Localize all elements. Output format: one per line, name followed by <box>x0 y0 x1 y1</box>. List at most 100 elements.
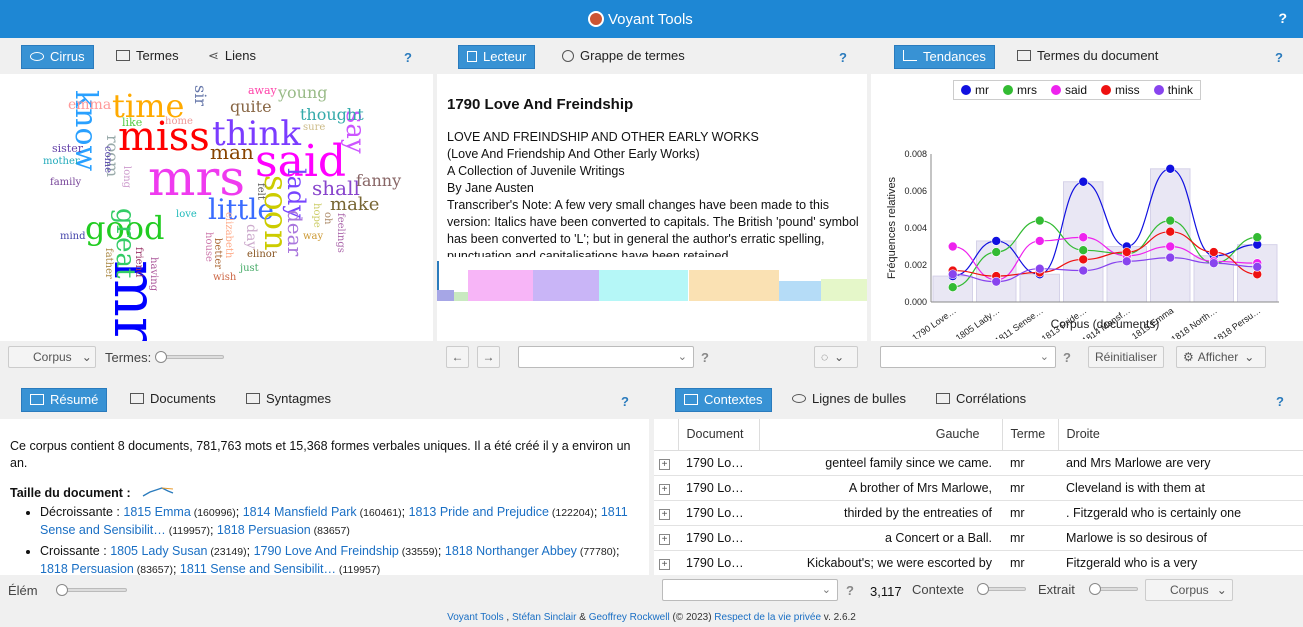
strip-segment[interactable] <box>468 270 533 301</box>
document-link[interactable]: 1815 Emma <box>123 505 190 519</box>
extract-slider[interactable] <box>1089 583 1138 595</box>
cloud-word[interactable]: thought <box>300 107 364 123</box>
cloud-word[interactable]: man <box>210 142 254 162</box>
strip-segment[interactable] <box>533 270 599 301</box>
cloud-word[interactable]: sister <box>52 143 83 154</box>
cloud-word[interactable]: oh <box>322 212 333 224</box>
column-gauche[interactable]: Gauche <box>759 419 1003 451</box>
cloud-word[interactable]: fanny <box>356 173 401 189</box>
expand-row-icon[interactable]: + <box>659 508 670 520</box>
context-slider-handle[interactable] <box>977 583 989 595</box>
expand-cell[interactable]: + <box>654 475 678 501</box>
cloud-word[interactable]: family <box>50 178 81 188</box>
expand-cell[interactable]: + <box>654 525 678 551</box>
expand-cell[interactable]: + <box>654 550 678 576</box>
cloud-word[interactable]: felt <box>255 183 266 200</box>
elements-slider[interactable] <box>56 584 127 596</box>
cloud-word[interactable]: day <box>243 224 259 249</box>
trend-chart[interactable]: 0.000 0.002 0.004 0.006 0.008 1790 Love…1805 … <box>871 74 1303 339</box>
cloud-word[interactable]: long <box>121 166 132 188</box>
document-link[interactable]: 1790 Love And Freindship <box>254 544 399 558</box>
strip-segment[interactable] <box>454 292 468 301</box>
cloud-word[interactable]: dear <box>283 210 307 256</box>
tab-documents[interactable]: Documents <box>122 388 224 412</box>
contexts-help-button[interactable]: ? <box>1276 394 1284 409</box>
cloud-word[interactable]: sir <box>191 85 210 106</box>
rockwell-link[interactable]: Geoffrey Rockwell <box>589 612 670 623</box>
cloud-word[interactable]: feelings <box>335 213 346 253</box>
reader-help-button[interactable]: ? <box>839 50 847 65</box>
cloud-word[interactable]: hope <box>311 203 322 228</box>
trends-help-button[interactable]: ? <box>1275 50 1283 65</box>
tab-correlations[interactable]: Corrélations <box>928 388 1034 412</box>
table-row[interactable]: +1790 Lo… A brother of Mrs Marlowe, mr Clev… <box>654 475 1303 501</box>
table-row[interactable]: +1790 Lo… genteel family since we came. mr… <box>654 450 1303 476</box>
cloud-word[interactable]: mother <box>43 157 80 167</box>
tab-lecteur[interactable]: Lecteur <box>458 45 536 69</box>
corpus-button[interactable]: Corpus ⌄ <box>8 346 96 368</box>
contexts-search-help-icon[interactable]: ? <box>846 583 854 598</box>
contexts-search-input[interactable]: ⌄ <box>662 579 838 601</box>
cloud-word[interactable]: home <box>165 117 193 127</box>
document-strip[interactable] <box>437 261 867 301</box>
reset-button[interactable]: Réinitialiser <box>1088 346 1165 368</box>
tab-cirrus[interactable]: Cirrus <box>21 45 94 69</box>
document-link[interactable]: 1814 Mansfield Park <box>243 505 357 519</box>
column-document[interactable]: Document <box>678 419 760 451</box>
cloud-word[interactable]: wish <box>213 273 236 283</box>
lightbulb-button[interactable]: ◌ ⌄ <box>814 346 858 368</box>
contexts-corpus-button[interactable]: Corpus ⌄ <box>1145 579 1233 601</box>
sinclair-link[interactable]: Stéfan Sinclair <box>512 612 576 623</box>
table-row[interactable]: +1790 Lo… Kickabout's; we were escorted b… <box>654 550 1303 576</box>
expand-row-icon[interactable]: + <box>659 533 670 545</box>
expand-cell[interactable]: + <box>654 450 678 476</box>
document-link[interactable]: 1811 Sense and Sensibilit… <box>180 562 336 576</box>
tab-grappe[interactable]: Grappe de termes <box>554 45 693 69</box>
document-link[interactable]: 1818 Persuasion <box>40 562 134 576</box>
tab-liens[interactable]: ⋖ Liens <box>200 45 264 69</box>
cloud-word[interactable]: friend <box>133 247 144 277</box>
document-link[interactable]: 1818 Persuasion <box>217 523 311 537</box>
next-button[interactable]: → <box>477 346 500 368</box>
context-slider[interactable] <box>977 583 1026 595</box>
tab-termes-document[interactable]: Termes du document <box>1009 45 1166 69</box>
cloud-word[interactable]: away <box>248 85 277 96</box>
tab-resume[interactable]: Résumé <box>21 388 108 412</box>
cloud-word[interactable]: elizabeth <box>223 212 234 258</box>
cloud-word[interactable]: quite <box>230 99 272 115</box>
tab-lignes-bulles[interactable]: Lignes de bulles <box>784 388 914 412</box>
strip-segment[interactable] <box>689 270 779 301</box>
cloud-word[interactable]: having <box>148 257 159 291</box>
expand-row-icon[interactable]: + <box>659 558 670 570</box>
cloud-word[interactable]: make <box>330 196 379 214</box>
expand-row-icon[interactable]: + <box>659 483 670 495</box>
strip-segment[interactable] <box>779 281 821 301</box>
cloud-word[interactable]: mind <box>60 232 86 242</box>
tab-contextes[interactable]: Contextes <box>675 388 772 412</box>
expand-row-icon[interactable]: + <box>659 458 670 470</box>
strip-segment[interactable] <box>437 290 454 301</box>
cloud-word[interactable]: father <box>103 248 114 279</box>
cloud-word[interactable]: come <box>102 146 113 173</box>
summary-help-button[interactable]: ? <box>621 394 629 409</box>
table-row[interactable]: +1790 Lo… thirded by the entreaties of mr.… <box>654 500 1303 526</box>
cloud-word[interactable]: love <box>176 210 197 220</box>
tab-syntagmes[interactable]: Syntagmes <box>238 388 339 412</box>
app-help-button[interactable]: ? <box>1278 10 1287 26</box>
tab-tendances[interactable]: Tendances <box>894 45 995 69</box>
cloud-word[interactable]: like <box>122 117 142 128</box>
privacy-link[interactable]: Respect de la vie privée <box>714 612 821 623</box>
tab-termes[interactable]: Termes <box>108 45 187 69</box>
extract-slider-handle[interactable] <box>1089 583 1101 595</box>
cloud-word[interactable]: emma <box>68 98 111 112</box>
document-link[interactable]: 1805 Lady Susan <box>110 544 207 558</box>
column-terme[interactable]: Terme <box>1002 419 1059 451</box>
expand-cell[interactable]: + <box>654 500 678 526</box>
trends-search-input[interactable]: ⌄ <box>880 346 1056 368</box>
cirrus-help-button[interactable]: ? <box>404 50 412 65</box>
terms-slider[interactable] <box>155 351 224 363</box>
strip-segment[interactable] <box>599 270 688 301</box>
elements-slider-handle[interactable] <box>56 584 68 596</box>
cloud-word[interactable]: sure <box>303 123 325 133</box>
reader-search-input[interactable]: ⌄ <box>518 346 694 368</box>
